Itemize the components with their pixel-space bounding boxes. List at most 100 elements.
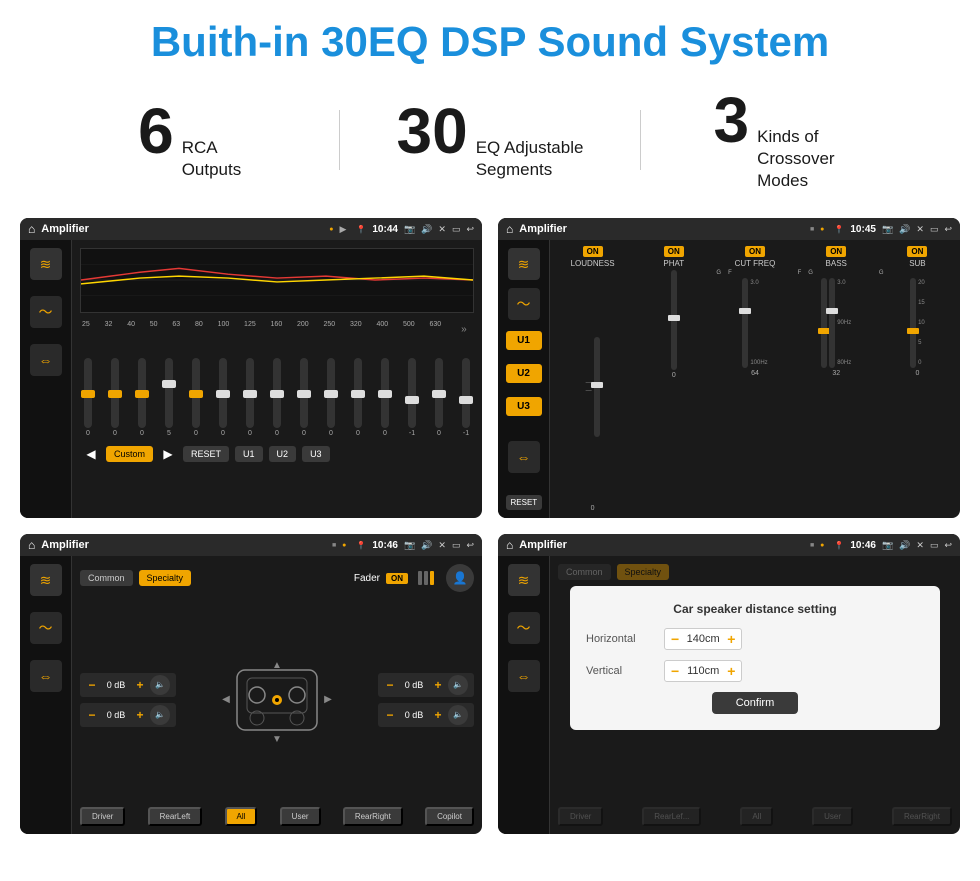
eq-slider-1[interactable]: 0: [111, 358, 119, 437]
fader-location-icon: 📍: [356, 541, 366, 550]
eq-slider-11[interactable]: 0: [381, 358, 389, 437]
eq-slider-9[interactable]: 0: [327, 358, 335, 437]
amp-wave-icon[interactable]: 〜: [508, 288, 540, 320]
eq-slider-0[interactable]: 0: [84, 358, 92, 437]
fader-wave-icon[interactable]: 〜: [30, 612, 62, 644]
eq-slider-8[interactable]: 0: [300, 358, 308, 437]
loudness-val: 0: [591, 505, 595, 512]
eq-slider-7[interactable]: 0: [273, 358, 281, 437]
dialog-arrows-icon[interactable]: ⇔: [508, 660, 540, 692]
fader-arrows-icon[interactable]: ⇔: [30, 660, 62, 692]
vertical-plus-btn[interactable]: +: [727, 663, 735, 679]
fl-minus-btn[interactable]: −: [86, 678, 98, 692]
prev-button[interactable]: ◀: [82, 445, 100, 463]
amp-screen-card: ⌂ Amplifier ■ ● 📍 10:45 📷 🔊 ✕ ▭ ↩ ≋ 〜 U1…: [498, 218, 960, 518]
svg-text:▲: ▲: [272, 660, 282, 671]
dialog-wave-icon[interactable]: 〜: [508, 612, 540, 644]
eq-slider-10[interactable]: 0: [354, 358, 362, 437]
dialog-specialty-btn: Specialty: [617, 564, 670, 580]
eq-time: 10:44: [372, 224, 398, 235]
rl-plus-btn[interactable]: +: [134, 708, 146, 722]
eq-back-icon: ↩: [466, 224, 474, 235]
amp-u3-btn[interactable]: U3: [506, 397, 542, 416]
dialog-filter-icon[interactable]: ≋: [508, 564, 540, 596]
amp-filter-icon[interactable]: ≋: [508, 248, 540, 280]
eq-screen-title: Amplifier: [41, 223, 323, 235]
amp-sub-ch: ON SUB G 20 15 10 5 0: [879, 246, 956, 512]
specialty-mode-btn[interactable]: Specialty: [139, 570, 192, 586]
loudness-on-badge[interactable]: ON: [583, 246, 603, 257]
vertical-minus-btn[interactable]: −: [671, 663, 679, 679]
car-diagram: ▲ ▼ ◀ ▶: [212, 650, 342, 750]
phat-on-badge[interactable]: ON: [664, 246, 684, 257]
rl-minus-btn[interactable]: −: [86, 708, 98, 722]
reset-button[interactable]: RESET: [183, 446, 229, 462]
freq-80: 80: [195, 321, 203, 337]
horizontal-minus-btn[interactable]: −: [671, 631, 679, 647]
eq-slider-14[interactable]: -1: [462, 358, 470, 437]
sub-g-label: G: [879, 270, 956, 276]
eq-slider-2[interactable]: 0: [138, 358, 146, 437]
rr-plus-btn[interactable]: +: [432, 708, 444, 722]
rear-right-btn[interactable]: RearRight: [343, 807, 403, 826]
stat-eq: 30 EQ Adjustable Segments: [360, 99, 619, 181]
eq-slider-5[interactable]: 0: [219, 358, 227, 437]
eq-slider-6[interactable]: 0: [246, 358, 254, 437]
amp-u2-btn[interactable]: U2: [506, 364, 542, 383]
fr-plus-btn[interactable]: +: [432, 678, 444, 692]
eq-arrows-icon[interactable]: ⇔: [30, 344, 62, 376]
eq-val-12: -1: [409, 430, 415, 437]
fader-bar1: [418, 571, 422, 585]
bass-f: F: [798, 270, 802, 276]
cutfreq-on-badge[interactable]: ON: [745, 246, 765, 257]
copilot-btn[interactable]: Copilot: [425, 807, 474, 826]
rr-minus-btn[interactable]: −: [384, 708, 396, 722]
common-mode-btn[interactable]: Common: [80, 570, 133, 586]
fl-plus-btn[interactable]: +: [134, 678, 146, 692]
horizontal-plus-btn[interactable]: +: [727, 631, 735, 647]
u3-button[interactable]: U3: [302, 446, 330, 462]
fader-vol-icon: 🔊: [421, 540, 432, 551]
custom-button[interactable]: Custom: [106, 446, 153, 462]
fader-on-badge[interactable]: ON: [386, 573, 408, 584]
sub-slider[interactable]: [910, 278, 916, 368]
dialog-status-bar: ⌂ Amplifier ■ ● 📍 10:46 📷 🔊 ✕ ▭ ↩: [498, 534, 960, 556]
fr-minus-btn[interactable]: −: [384, 678, 396, 692]
fl-speaker-icon: 🔈: [150, 675, 170, 695]
eq-slider-13[interactable]: 0: [435, 358, 443, 437]
amp-reset-btn[interactable]: RESET: [506, 495, 542, 510]
loudness-slider[interactable]: [594, 337, 600, 437]
cutfreq-slider1[interactable]: [742, 278, 748, 368]
phat-val: 0: [672, 372, 676, 379]
freq-250: 250: [324, 321, 336, 337]
dialog-home-icon: ⌂: [506, 538, 513, 552]
rl-speaker-icon: 🔈: [150, 705, 170, 725]
confirm-button[interactable]: Confirm: [712, 692, 799, 714]
amp-arrows-icon[interactable]: ⇔: [508, 441, 540, 473]
fl-db-value: 0 dB: [102, 680, 130, 690]
eq-slider-3[interactable]: 5: [165, 358, 173, 437]
amp-location-icon: 📍: [834, 225, 844, 234]
user-btn[interactable]: User: [280, 807, 321, 826]
eq-wave-icon[interactable]: 〜: [30, 296, 62, 328]
all-btn[interactable]: All: [225, 807, 258, 826]
u1-button[interactable]: U1: [235, 446, 263, 462]
eq-slider-12[interactable]: -1: [408, 358, 416, 437]
u2-button[interactable]: U2: [269, 446, 297, 462]
eq-filter-icon[interactable]: ≋: [30, 248, 62, 280]
stat-divider-1: [339, 110, 340, 170]
next-button[interactable]: ▶: [159, 445, 177, 463]
rear-left-btn[interactable]: RearLeft: [148, 807, 203, 826]
amp-u1-btn[interactable]: U1: [506, 331, 542, 350]
driver-btn[interactable]: Driver: [80, 807, 125, 826]
expand-icon[interactable]: »: [456, 321, 472, 337]
sub-on-badge[interactable]: ON: [907, 246, 927, 257]
bass-slider1[interactable]: [821, 278, 827, 368]
fader-user-icon[interactable]: 👤: [446, 564, 474, 592]
fader-filter-icon[interactable]: ≋: [30, 564, 62, 596]
eq-slider-4[interactable]: 0: [192, 358, 200, 437]
phat-slider[interactable]: [671, 270, 677, 370]
bass-on-badge[interactable]: ON: [826, 246, 846, 257]
bass-slider2[interactable]: [829, 278, 835, 368]
eq-status-bar: ⌂ Amplifier ● ▶ 📍 10:44 📷 🔊 ✕ ▭ ↩: [20, 218, 482, 240]
